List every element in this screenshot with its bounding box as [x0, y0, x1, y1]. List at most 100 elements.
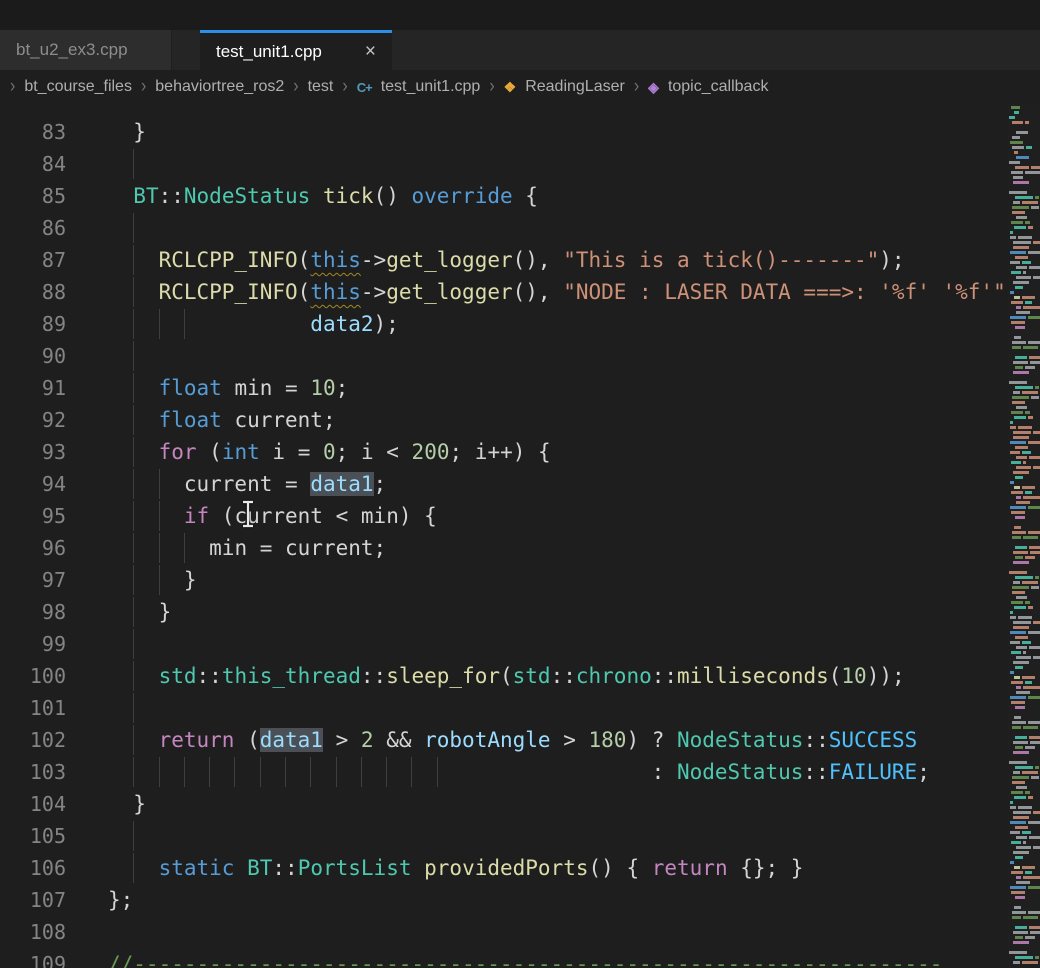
- minimap-line: [1008, 936, 1040, 939]
- code-line[interactable]: 101: [0, 692, 1008, 724]
- code-line[interactable]: 103 : NodeStatus::FAILURE;: [0, 756, 1008, 788]
- breadcrumb-item-bt-course-files[interactable]: bt_course_files: [24, 78, 132, 96]
- code-line[interactable]: 98 }: [0, 596, 1008, 628]
- code-line[interactable]: 92 float current;: [0, 404, 1008, 436]
- breadcrumb-item-topic-callback[interactable]: topic_callback: [668, 78, 769, 96]
- code-area[interactable]: 83 }8485 BT::NodeStatus tick() override …: [0, 104, 1008, 968]
- indent-guide: [159, 757, 160, 787]
- minimap-line: [1008, 696, 1040, 699]
- indent-guide: [133, 565, 134, 595]
- tab-label: bt_u2_ex3.cpp: [16, 40, 128, 60]
- line-number: 84: [0, 148, 66, 180]
- line-number: 85: [0, 180, 66, 212]
- minimap-line: [1008, 336, 1040, 339]
- code-line[interactable]: 105: [0, 820, 1008, 852]
- minimap-line: [1008, 546, 1040, 549]
- line-number: 109: [0, 948, 66, 968]
- minimap-line: [1008, 871, 1040, 874]
- minimap-line: [1008, 551, 1040, 554]
- minimap-line: [1008, 736, 1040, 739]
- indent-guide: [133, 277, 134, 307]
- minimap-line: [1008, 481, 1040, 484]
- code-line[interactable]: 106 static BT::PortsList providedPorts()…: [0, 852, 1008, 884]
- breadcrumb-item-file[interactable]: test_unit1.cpp: [381, 78, 481, 96]
- minimap-line: [1008, 226, 1040, 229]
- indent-guide: [260, 757, 261, 787]
- code-line[interactable]: 85 BT::NodeStatus tick() override {: [0, 180, 1008, 212]
- close-icon[interactable]: ×: [365, 42, 376, 61]
- minimap-line: [1008, 291, 1040, 294]
- code-line[interactable]: 89 data2);: [0, 308, 1008, 340]
- minimap-line: [1008, 221, 1040, 224]
- minimap-line: [1008, 301, 1040, 304]
- minimap-line: [1008, 631, 1040, 634]
- code-line[interactable]: 84: [0, 148, 1008, 180]
- line-number: 106: [0, 852, 66, 884]
- breadcrumb-item-behaviortree-ros2[interactable]: behaviortree_ros2: [155, 78, 284, 96]
- minimap-line: [1008, 456, 1040, 459]
- code-line[interactable]: 95 if (current < min) {: [0, 500, 1008, 532]
- tab-test-unit1[interactable]: test_unit1.cpp ×: [200, 30, 392, 70]
- indent-guide: [133, 501, 134, 531]
- minimap-line: [1008, 441, 1040, 444]
- minimap-line: [1008, 366, 1040, 369]
- indent-guide: [159, 309, 160, 339]
- minimap-line: [1008, 606, 1040, 609]
- minimap-line: [1008, 461, 1040, 464]
- minimap-line: [1008, 341, 1040, 344]
- breadcrumb-item-readinglaser[interactable]: ReadingLaser: [525, 78, 625, 96]
- line-number: 105: [0, 820, 66, 852]
- indent-guide: [336, 757, 337, 787]
- line-number: 101: [0, 692, 66, 724]
- code-line[interactable]: 107};: [0, 884, 1008, 916]
- minimap-line: [1008, 956, 1040, 959]
- line-number: 103: [0, 756, 66, 788]
- breadcrumb-item-test[interactable]: test: [308, 78, 334, 96]
- indent-guide: [209, 757, 210, 787]
- minimap-line: [1008, 516, 1040, 519]
- code-line[interactable]: 96 min = current;: [0, 532, 1008, 564]
- indent-guide: [361, 757, 362, 787]
- minimap-line: [1008, 496, 1040, 499]
- minimap[interactable]: [1008, 104, 1040, 968]
- line-number: 91: [0, 372, 66, 404]
- minimap-line: [1008, 751, 1040, 754]
- indent-guide: [159, 533, 160, 563]
- indent-guide: [133, 757, 134, 787]
- minimap-line: [1008, 876, 1040, 879]
- minimap-line: [1008, 821, 1040, 824]
- code-line[interactable]: 100 std::this_thread::sleep_for(std::chr…: [0, 660, 1008, 692]
- minimap-line: [1008, 111, 1040, 114]
- code-line[interactable]: 91 float min = 10;: [0, 372, 1008, 404]
- code-line[interactable]: 99: [0, 628, 1008, 660]
- line-number: 102: [0, 724, 66, 756]
- minimap-line: [1008, 656, 1040, 659]
- code-line[interactable]: 97 }: [0, 564, 1008, 596]
- code-line[interactable]: 108: [0, 916, 1008, 948]
- code-line[interactable]: 86: [0, 212, 1008, 244]
- minimap-line: [1008, 636, 1040, 639]
- code-line[interactable]: 88 RCLCPP_INFO(this->get_logger(), "NODE…: [0, 276, 1008, 308]
- minimap-line: [1008, 801, 1040, 804]
- code-line[interactable]: 83 }: [0, 116, 1008, 148]
- code-line[interactable]: 87 RCLCPP_INFO(this->get_logger(), "This…: [0, 244, 1008, 276]
- indent-guide: [133, 213, 134, 243]
- code-line[interactable]: 102 return (data1 > 2 && robotAngle > 18…: [0, 724, 1008, 756]
- minimap-line: [1008, 446, 1040, 449]
- line-number: 93: [0, 436, 66, 468]
- indent-guide: [133, 469, 134, 499]
- code-line[interactable]: 94 current = data1;: [0, 468, 1008, 500]
- minimap-line: [1008, 691, 1040, 694]
- code-line[interactable]: 93 for (int i = 0; i < 200; i++) {: [0, 436, 1008, 468]
- indent-guide: [133, 693, 134, 723]
- code-line[interactable]: 104 }: [0, 788, 1008, 820]
- minimap-line: [1008, 526, 1040, 529]
- code-line[interactable]: 109//-----------------------------------…: [0, 948, 1008, 968]
- minimap-line: [1008, 451, 1040, 454]
- code-line[interactable]: 90: [0, 340, 1008, 372]
- minimap-line: [1008, 846, 1040, 849]
- tab-bt-u2-ex3[interactable]: bt_u2_ex3.cpp: [0, 30, 172, 70]
- minimap-line: [1008, 346, 1040, 349]
- indent-guide: [133, 725, 134, 755]
- minimap-line: [1008, 406, 1040, 409]
